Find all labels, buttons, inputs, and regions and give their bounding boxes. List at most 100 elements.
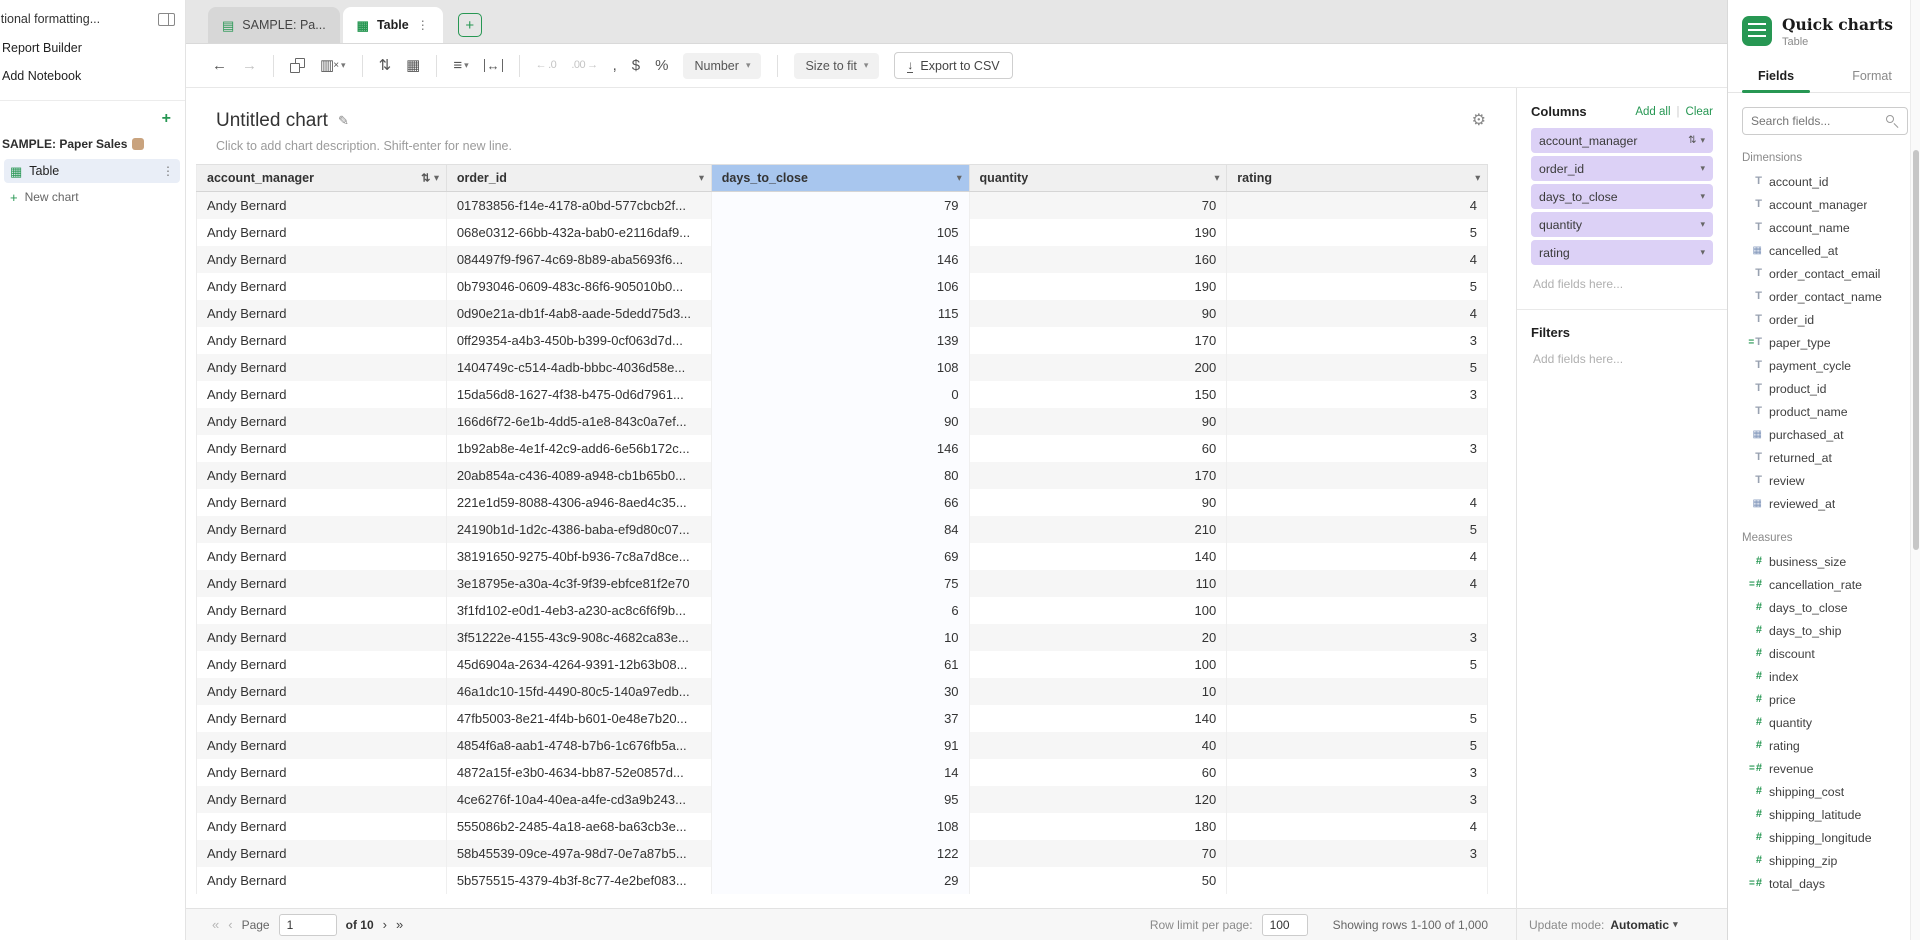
cell-quantity[interactable]: 70 (969, 192, 1227, 219)
cell-quantity[interactable]: 100 (969, 597, 1227, 624)
cell-account_manager[interactable]: Andy Bernard (197, 354, 447, 381)
kebab-menu-icon[interactable]: ⋮ (162, 164, 174, 178)
measure-business_size[interactable]: #business_size (1728, 550, 1920, 573)
measure-days_to_close[interactable]: #days_to_close (1728, 596, 1920, 619)
cell-days_to_close[interactable]: 0 (711, 381, 969, 408)
dimension-returned_at[interactable]: Treturned_at (1728, 446, 1920, 469)
cell-days_to_close[interactable]: 69 (711, 543, 969, 570)
first-page-button[interactable]: « (212, 917, 219, 932)
measure-discount[interactable]: #discount (1728, 642, 1920, 665)
size-to-fit-dropdown[interactable]: Size to fit ▾ (794, 53, 879, 79)
chevron-down-icon[interactable]: ▾ (434, 173, 439, 184)
cell-rating[interactable]: 4 (1227, 192, 1488, 219)
cell-account_manager[interactable]: Andy Bernard (197, 597, 447, 624)
cell-quantity[interactable]: 170 (969, 462, 1227, 489)
cell-days_to_close[interactable]: 37 (711, 705, 969, 732)
chevron-down-icon[interactable]: ▾ (1215, 173, 1220, 184)
cell-quantity[interactable]: 120 (969, 786, 1227, 813)
conditional-formatting-label[interactable]: itional formatting... (0, 12, 100, 26)
column-header-days_to_close[interactable]: days_to_close▾ (711, 165, 969, 192)
cell-rating[interactable]: 5 (1227, 273, 1488, 300)
increase-decimal-button[interactable]: .00→ (571, 60, 597, 71)
cell-rating[interactable]: 5 (1227, 219, 1488, 246)
cell-rating[interactable]: 4 (1227, 489, 1488, 516)
cell-quantity[interactable]: 40 (969, 732, 1227, 759)
cell-days_to_close[interactable]: 108 (711, 354, 969, 381)
cell-days_to_close[interactable]: 66 (711, 489, 969, 516)
clear-link[interactable]: Clear (1686, 106, 1713, 118)
measure-shipping_cost[interactable]: #shipping_cost (1728, 780, 1920, 803)
cell-days_to_close[interactable]: 79 (711, 192, 969, 219)
cell-account_manager[interactable]: Andy Bernard (197, 273, 447, 300)
cell-order_id[interactable]: 01783856-f14e-4178-a0bd-577cbcb2f... (446, 192, 711, 219)
dimension-purchased_at[interactable]: ▦purchased_at (1728, 423, 1920, 446)
cell-order_id[interactable]: 58b45539-09ce-497a-98d7-0e7a87b5... (446, 840, 711, 867)
cell-days_to_close[interactable]: 105 (711, 219, 969, 246)
back-button[interactable]: ← (212, 58, 227, 73)
cell-quantity[interactable]: 150 (969, 381, 1227, 408)
edit-title-icon[interactable]: ✎ (338, 113, 349, 129)
column-pill-account_manager[interactable]: account_manager⇅▾ (1531, 128, 1713, 153)
cell-days_to_close[interactable]: 84 (711, 516, 969, 543)
prev-page-button[interactable]: ‹ (228, 917, 232, 932)
cell-order_id[interactable]: 221e1d59-8088-4306-a946-8aed4c35... (446, 489, 711, 516)
dimension-order_id[interactable]: Torder_id (1728, 308, 1920, 331)
cell-quantity[interactable]: 90 (969, 408, 1227, 435)
cell-quantity[interactable]: 90 (969, 300, 1227, 327)
chart-title[interactable]: Untitled chart (216, 110, 328, 132)
decrease-decimal-button[interactable]: ←.0 (536, 60, 557, 71)
cell-rating[interactable]: 3 (1227, 381, 1488, 408)
cell-order_id[interactable]: 0ff29354-a4b3-450b-b399-0cf063d7d... (446, 327, 711, 354)
cell-order_id[interactable]: 5b575515-4379-4b3f-8c77-4e2bef083... (446, 867, 711, 894)
cell-account_manager[interactable]: Andy Bernard (197, 408, 447, 435)
cell-account_manager[interactable]: Andy Bernard (197, 705, 447, 732)
cell-quantity[interactable]: 190 (969, 219, 1227, 246)
dimension-product_name[interactable]: Tproduct_name (1728, 400, 1920, 423)
measure-price[interactable]: #price (1728, 688, 1920, 711)
scrollbar-track[interactable] (1910, 0, 1920, 940)
tab-sample-paper-sales[interactable]: ▤ SAMPLE: Pa... (208, 7, 340, 43)
measure-total_days[interactable]: =#total_days (1728, 872, 1920, 895)
align-button[interactable]: ≡▾ (453, 58, 468, 73)
cell-account_manager[interactable]: Andy Bernard (197, 219, 447, 246)
cell-days_to_close[interactable]: 61 (711, 651, 969, 678)
cell-days_to_close[interactable]: 10 (711, 624, 969, 651)
cell-order_id[interactable]: 068e0312-66bb-432a-bab0-e2116daf9... (446, 219, 711, 246)
cell-rating[interactable]: 4 (1227, 570, 1488, 597)
measure-cancellation_rate[interactable]: =#cancellation_rate (1728, 573, 1920, 596)
column-pill-rating[interactable]: rating▾ (1531, 240, 1713, 265)
cell-quantity[interactable]: 100 (969, 651, 1227, 678)
cell-order_id[interactable]: 45d6904a-2634-4264-9391-12b63b08... (446, 651, 711, 678)
table-display-button[interactable]: ▦ (406, 58, 420, 73)
cell-account_manager[interactable]: Andy Bernard (197, 462, 447, 489)
sort-button[interactable]: ⇅ (379, 58, 392, 73)
cell-days_to_close[interactable]: 139 (711, 327, 969, 354)
search-fields-input[interactable] (1751, 114, 1880, 128)
cell-rating[interactable] (1227, 597, 1488, 624)
dimension-account_id[interactable]: Taccount_id (1728, 170, 1920, 193)
measure-shipping_zip[interactable]: #shipping_zip (1728, 849, 1920, 872)
cell-quantity[interactable]: 180 (969, 813, 1227, 840)
thousands-separator-button[interactable]: , (613, 58, 617, 73)
cell-quantity[interactable]: 70 (969, 840, 1227, 867)
cell-days_to_close[interactable]: 30 (711, 678, 969, 705)
next-page-button[interactable]: › (383, 917, 387, 932)
cell-rating[interactable]: 3 (1227, 840, 1488, 867)
cell-account_manager[interactable]: Andy Bernard (197, 786, 447, 813)
cell-account_manager[interactable]: Andy Bernard (197, 867, 447, 894)
cell-account_manager[interactable]: Andy Bernard (197, 759, 447, 786)
new-tab-button[interactable]: + (458, 13, 482, 37)
chart-description-placeholder[interactable]: Click to add chart description. Shift-en… (216, 139, 1486, 153)
update-mode-dropdown[interactable]: Automatic ▾ (1610, 918, 1677, 932)
cell-order_id[interactable]: 0b793046-0609-483c-86f6-905010b0... (446, 273, 711, 300)
cell-rating[interactable]: 4 (1227, 813, 1488, 840)
cell-account_manager[interactable]: Andy Bernard (197, 489, 447, 516)
dimension-product_id[interactable]: Tproduct_id (1728, 377, 1920, 400)
dimension-reviewed_at[interactable]: ▦reviewed_at (1728, 492, 1920, 515)
page-input[interactable] (279, 914, 337, 936)
column-pill-quantity[interactable]: quantity▾ (1531, 212, 1713, 237)
tab-table[interactable]: ▦ Table ⋮ (343, 7, 443, 43)
cell-order_id[interactable]: 0d90e21a-db1f-4ab8-aade-5dedd75d3... (446, 300, 711, 327)
cell-rating[interactable] (1227, 678, 1488, 705)
cell-order_id[interactable]: 4854f6a8-aab1-4748-b7b6-1c676fb5a... (446, 732, 711, 759)
